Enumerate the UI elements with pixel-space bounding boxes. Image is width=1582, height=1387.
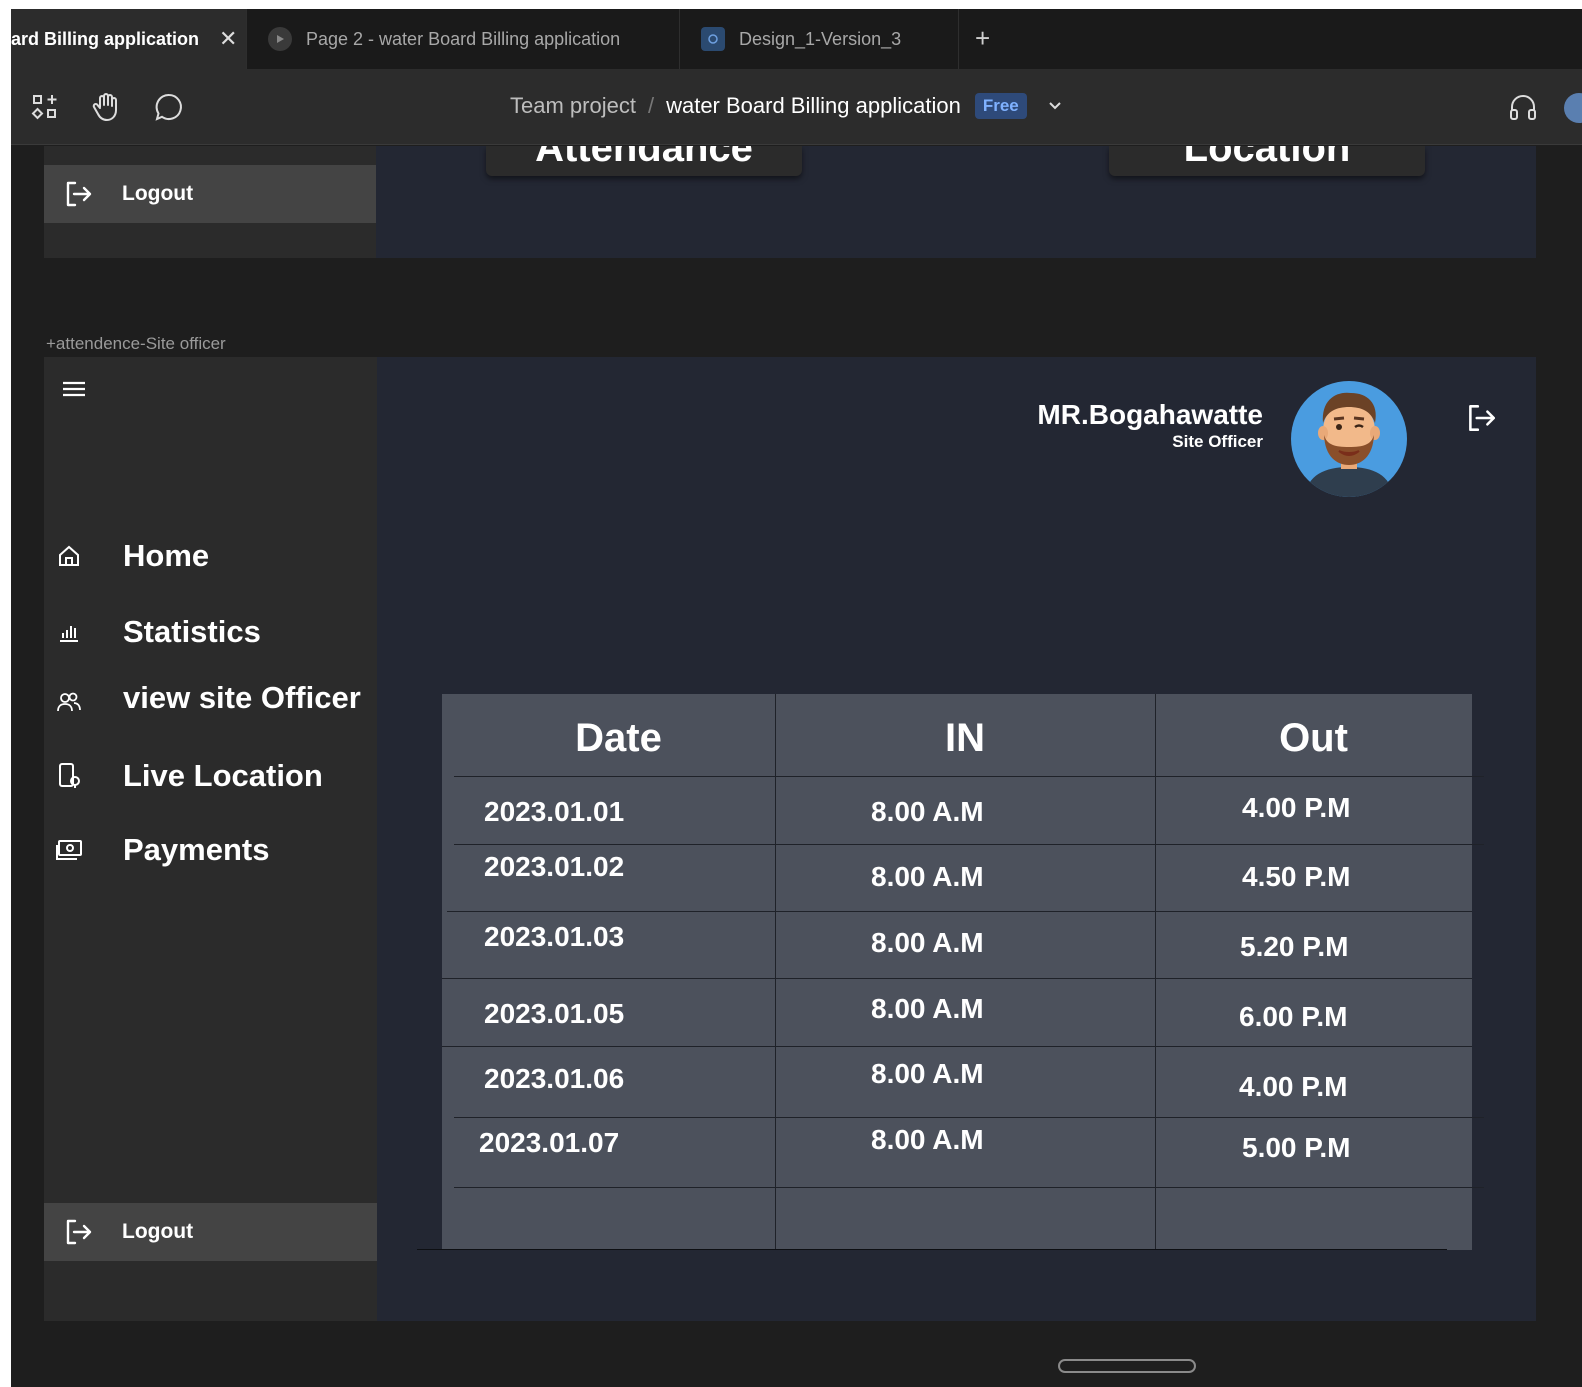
nav-label: Statistics — [123, 614, 261, 649]
breadcrumb-team[interactable]: Team project — [510, 93, 636, 119]
user-name: MR.Bogahawatte — [1037, 399, 1263, 430]
tab-design[interactable]: Design_1-Version_3 — [681, 9, 959, 69]
table-cell-out: 4.00 P.M — [1239, 1071, 1348, 1102]
table-cell-out: 4.00 P.M — [1242, 792, 1351, 823]
money-icon — [54, 835, 84, 865]
frames-icon[interactable] — [29, 91, 61, 123]
add-tab-icon[interactable]: + — [975, 23, 990, 54]
location-device-icon — [54, 761, 84, 791]
table-divider — [417, 1249, 1447, 1250]
table-cell-in: 8.00 A.M — [871, 796, 984, 827]
tab-active[interactable]: ard Billing application ✕ — [11, 9, 247, 69]
home-icon — [54, 541, 84, 571]
file-name[interactable]: water Board Billing application — [666, 93, 961, 119]
figma-app-window: ard Billing application ✕ Page 2 - water… — [11, 9, 1582, 1387]
hand-icon[interactable] — [90, 91, 122, 123]
nav-label: Payments — [123, 832, 270, 867]
canvas[interactable]: Logout Attendance Location +attendence-S… — [11, 146, 1582, 1387]
frame-label[interactable]: +attendence-Site officer — [46, 334, 226, 354]
table-cell-in: 8.00 A.M — [871, 1124, 984, 1155]
table-cell-in: 8.00 A.M — [871, 1058, 984, 1089]
sidebar-item-home[interactable]: Home — [44, 531, 377, 581]
sidebar: Home Statistics view site Officer Live L… — [44, 357, 377, 1321]
table-cell-in: 8.00 A.M — [871, 861, 984, 892]
hamburger-menu-icon[interactable] — [60, 375, 88, 403]
horizontal-scrollbar[interactable] — [1058, 1359, 1196, 1373]
plan-badge: Free — [974, 93, 1027, 119]
table-divider — [454, 1187, 1484, 1188]
table-divider — [447, 911, 1472, 912]
close-icon[interactable]: ✕ — [219, 26, 237, 52]
table-cell-date: 2023.01.07 — [479, 1127, 620, 1158]
figma-file-icon — [701, 27, 725, 51]
logout-button[interactable]: Logout — [44, 165, 376, 223]
table-cell-date: 2023.01.03 — [484, 921, 625, 952]
attendance-label: Attendance — [535, 146, 753, 170]
attendance-table: Date IN Out 2023.01.01 8.00 A.M 4.00 P.M… — [417, 694, 1484, 1250]
location-label: Location — [1183, 146, 1351, 170]
column-header-date[interactable]: Date — [442, 716, 795, 761]
table-divider — [775, 694, 776, 1250]
tab-label: Design_1-Version_3 — [739, 28, 902, 49]
breadcrumb: Team project / water Board Billing appli… — [510, 93, 1061, 119]
location-button[interactable]: Location — [1109, 146, 1425, 176]
table-cell-date: 2023.01.06 — [484, 1063, 625, 1094]
table-divider — [454, 776, 1484, 777]
tab-bar: ard Billing application ✕ Page 2 - water… — [11, 9, 1582, 69]
avatar[interactable] — [1291, 381, 1407, 497]
logout-label: Logout — [122, 1220, 194, 1243]
bar-chart-icon — [54, 617, 84, 647]
nav-label: view site Officer — [123, 680, 361, 715]
logout-icon — [58, 174, 98, 214]
tab-label: ard Billing application — [11, 28, 200, 49]
account-avatar[interactable] — [1564, 93, 1582, 123]
frame-top: Logout Attendance Location — [44, 146, 1536, 258]
table-cell-in: 8.00 A.M — [871, 927, 984, 958]
frame-attendance-site-officer: Home Statistics view site Officer Live L… — [44, 357, 1536, 1321]
user-role: Site Officer — [1172, 432, 1263, 451]
toolbar: Team project / water Board Billing appli… — [11, 69, 1582, 145]
logout-label: Logout — [122, 182, 194, 205]
breadcrumb-separator: / — [647, 93, 655, 118]
table-divider — [454, 1117, 1484, 1118]
users-icon — [54, 687, 84, 717]
nav-label: Home — [123, 538, 210, 573]
tab-page-2[interactable]: Page 2 - water Board Billing application — [248, 9, 680, 69]
table-divider — [454, 844, 1484, 845]
table-cell-date: 2023.01.01 — [484, 796, 625, 827]
table-cell-in: 8.00 A.M — [871, 993, 984, 1024]
headphones-icon[interactable] — [1507, 91, 1539, 123]
sidebar-item-payments[interactable]: Payments — [44, 825, 377, 875]
table-cell-date: 2023.01.02 — [484, 851, 625, 882]
column-header-in[interactable]: IN — [775, 716, 1155, 761]
table-cell-out: 5.00 P.M — [1242, 1132, 1351, 1163]
comment-icon[interactable] — [153, 91, 185, 123]
table-cell-out: 6.00 P.M — [1239, 1001, 1348, 1032]
table-cell-date: 2023.01.05 — [484, 998, 625, 1029]
table-cell-out: 4.50 P.M — [1242, 861, 1351, 892]
table-divider — [442, 978, 1472, 979]
logout-icon — [58, 1212, 98, 1252]
table-cell-out: 5.20 P.M — [1240, 931, 1349, 962]
column-header-out[interactable]: Out — [1155, 716, 1472, 761]
attendance-button[interactable]: Attendance — [486, 146, 802, 176]
logout-icon[interactable] — [1464, 401, 1498, 435]
sidebar-item-view-site-officer[interactable]: view site Officer — [44, 673, 377, 723]
tab-label: Page 2 - water Board Billing application — [306, 28, 621, 49]
table-divider — [442, 1046, 1472, 1047]
sidebar-item-statistics[interactable]: Statistics — [44, 607, 377, 657]
sidebar: Logout — [44, 146, 376, 258]
logout-button[interactable]: Logout — [44, 1203, 377, 1261]
play-icon — [268, 27, 292, 51]
chevron-down-icon[interactable] — [1049, 97, 1061, 115]
sidebar-item-live-location[interactable]: Live Location — [44, 751, 377, 801]
nav-label: Live Location — [123, 758, 323, 793]
table-divider — [1155, 694, 1156, 1250]
